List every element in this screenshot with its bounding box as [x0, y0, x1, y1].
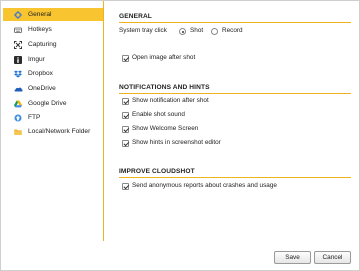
notification-after-shot-checkbox[interactable] — [122, 98, 129, 105]
tray-record-label[interactable]: Record — [222, 27, 243, 34]
keyboard-icon — [14, 26, 22, 34]
section-title-notifications: NOTIFICATIONS AND HINTS — [119, 84, 210, 91]
editor-hints-label[interactable]: Show hints in screenshot editor — [132, 139, 221, 146]
sidebar-item-label: Imgur — [28, 56, 45, 63]
open-after-shot-checkbox[interactable] — [122, 55, 129, 62]
sidebar-item-label: Local/Network Folder — [28, 128, 91, 135]
section-divider — [119, 177, 351, 178]
sidebar-item-label: Hotkeys — [28, 26, 52, 33]
sidebar: General Hotkeys Capturing Imgur Dropbox — [1, 1, 104, 241]
section-divider — [119, 93, 351, 94]
sidebar-item-general[interactable]: General — [3, 8, 103, 21]
editor-hints-checkbox[interactable] — [122, 140, 129, 147]
imgur-icon — [14, 55, 22, 64]
sidebar-item-hotkeys[interactable]: Hotkeys — [3, 23, 103, 36]
sidebar-item-label: Google Drive — [28, 100, 67, 107]
tray-record-radio[interactable] — [211, 28, 218, 35]
onedrive-icon — [14, 85, 23, 93]
cancel-button[interactable]: Cancel — [314, 251, 351, 264]
anonymous-reports-label[interactable]: Send anonymous reports about crashes and… — [132, 182, 277, 189]
crop-icon — [14, 40, 22, 49]
sidebar-item-label: OneDrive — [28, 85, 56, 92]
sidebar-item-label: FTP — [28, 114, 41, 121]
dropbox-icon — [14, 70, 22, 78]
sidebar-item-ftp[interactable]: FTP — [3, 111, 103, 124]
google-drive-icon — [14, 100, 22, 108]
open-after-shot-label[interactable]: Open image after shot — [132, 54, 195, 61]
sidebar-item-label: General — [28, 11, 52, 18]
sidebar-item-label: Dropbox — [28, 70, 53, 77]
shot-sound-checkbox[interactable] — [122, 112, 129, 119]
settings-window: General Hotkeys Capturing Imgur Dropbox — [0, 0, 360, 271]
sidebar-item-capturing[interactable]: Capturing — [3, 38, 103, 51]
tray-shot-label[interactable]: Shot — [190, 27, 203, 34]
sidebar-item-imgur[interactable]: Imgur — [3, 53, 103, 66]
welcome-screen-label[interactable]: Show Welcome Screen — [132, 125, 198, 132]
tray-shot-radio[interactable] — [179, 28, 186, 35]
section-title-improve: IMPROVE CLOUDSHOT — [119, 168, 195, 175]
folder-icon — [14, 128, 22, 136]
save-button[interactable]: Save — [274, 251, 311, 264]
tray-click-label: System tray click — [119, 27, 167, 34]
sidebar-item-label: Capturing — [28, 41, 57, 48]
shot-sound-label[interactable]: Enable shot sound — [132, 111, 185, 118]
ftp-icon — [14, 114, 22, 122]
notification-after-shot-label[interactable]: Show notification after shot — [132, 97, 209, 104]
anonymous-reports-checkbox[interactable] — [122, 183, 129, 190]
section-title-general: GENERAL — [119, 13, 152, 20]
sidebar-item-google-drive[interactable]: Google Drive — [3, 97, 103, 110]
sidebar-item-local-network-folder[interactable]: Local/Network Folder — [3, 125, 103, 138]
section-divider — [119, 22, 351, 23]
welcome-screen-checkbox[interactable] — [122, 126, 129, 133]
sidebar-item-onedrive[interactable]: OneDrive — [3, 82, 103, 95]
sidebar-item-dropbox[interactable]: Dropbox — [3, 67, 103, 80]
settings-icon — [14, 10, 22, 19]
